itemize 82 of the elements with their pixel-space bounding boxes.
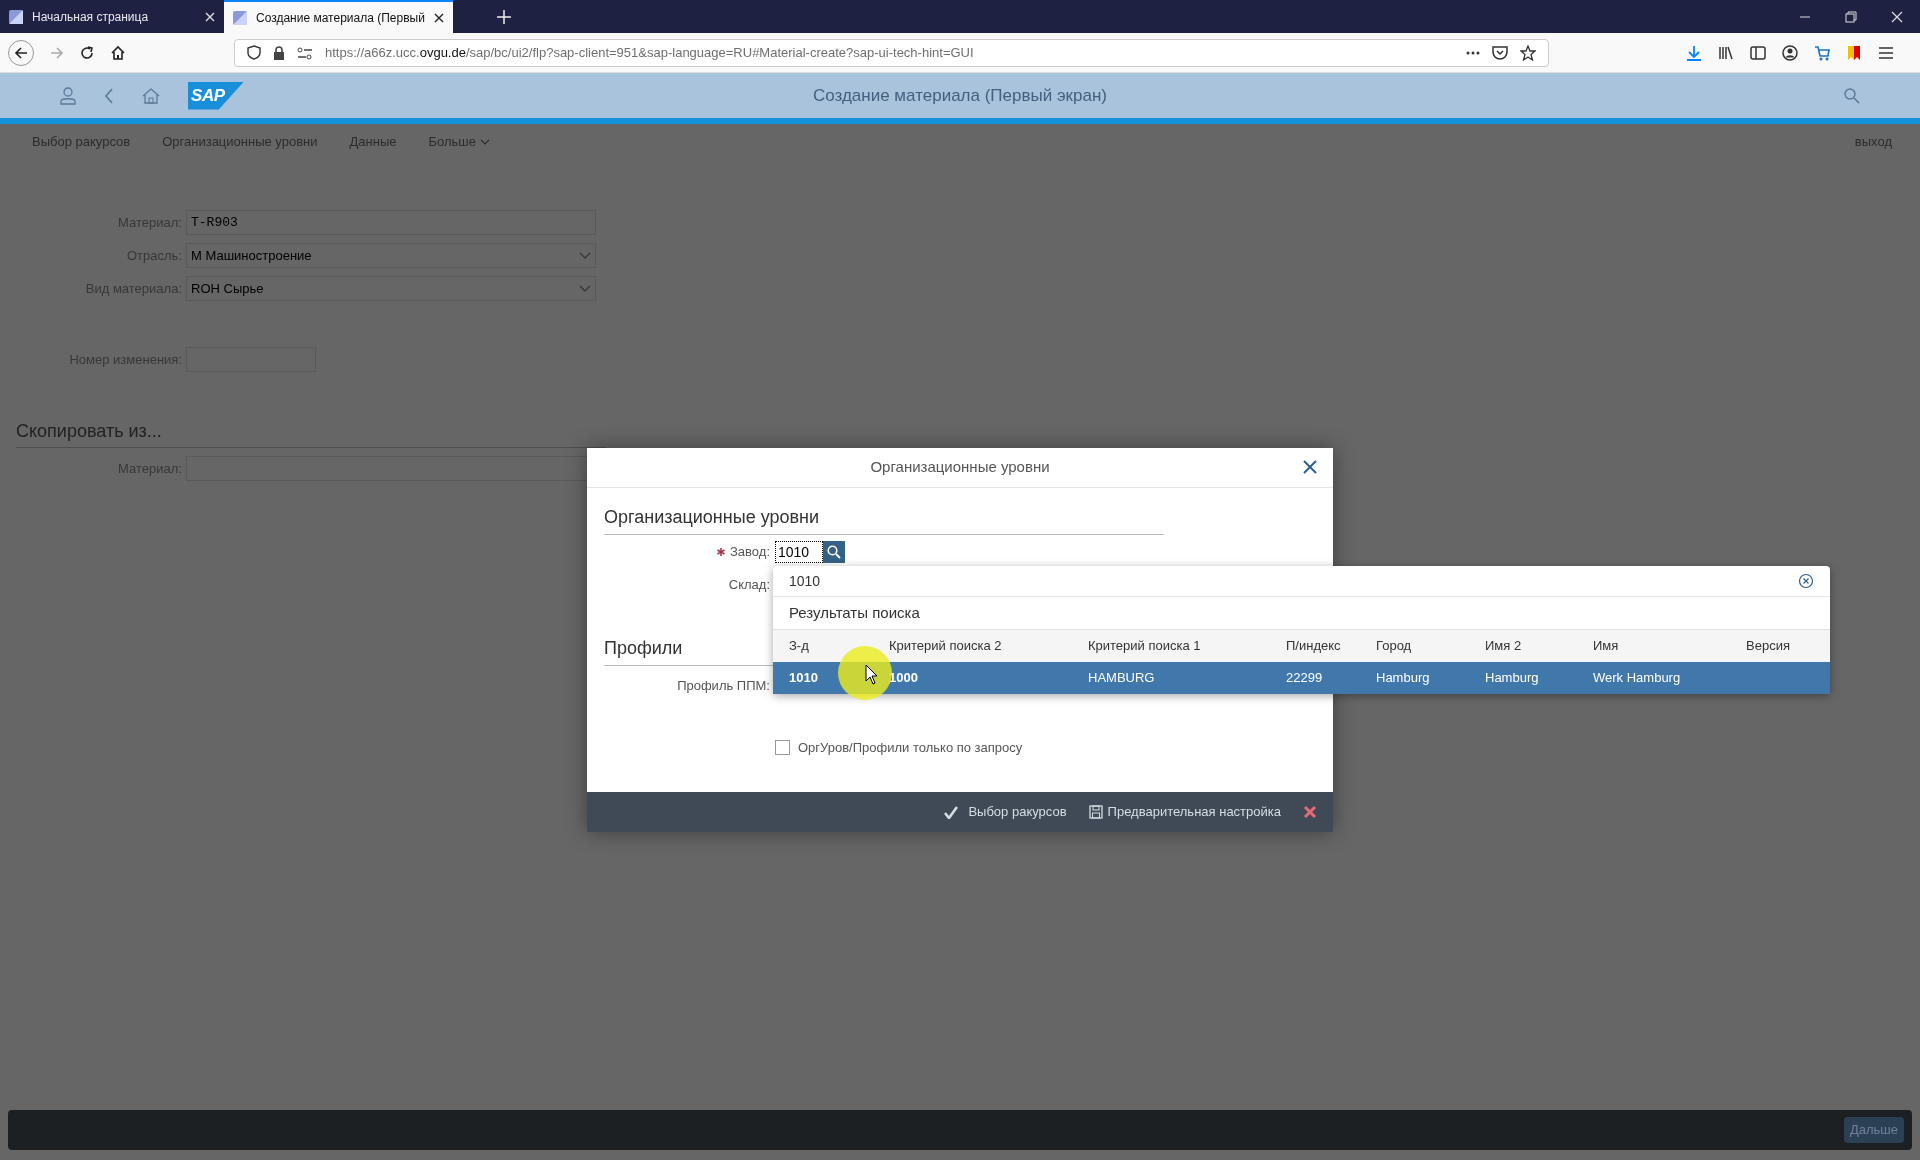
tab-title: Начальная страница bbox=[32, 8, 150, 26]
close-icon bbox=[1891, 10, 1903, 23]
tab-title: Создание материала (Первый bbox=[256, 9, 425, 27]
input-field[interactable]: T-R903 bbox=[186, 210, 596, 235]
field-label: Профиль ППМ: bbox=[677, 676, 770, 695]
next-button[interactable]: Дальше bbox=[1843, 1117, 1904, 1143]
back-icon[interactable] bbox=[104, 87, 114, 104]
page-icon bbox=[8, 8, 24, 25]
column-header: З-д bbox=[789, 637, 810, 656]
reload-icon[interactable] bbox=[80, 45, 94, 60]
close-icon bbox=[1303, 460, 1317, 474]
column-header: Критерий поиска 2 bbox=[889, 637, 1003, 656]
checkbox-label: ОргУров/Профили только по запросу bbox=[798, 739, 1023, 757]
browser-tab[interactable]: Создание материала (Первый bbox=[224, 0, 453, 33]
column-header: Критерий поиска 1 bbox=[1088, 637, 1202, 656]
restore-icon bbox=[1845, 10, 1857, 23]
star-icon[interactable] bbox=[1520, 44, 1536, 61]
sidebar-icon[interactable] bbox=[1750, 44, 1766, 61]
column-header: Имя bbox=[1593, 637, 1620, 656]
footer-button[interactable]: Предварительная настройка bbox=[1088, 802, 1281, 822]
browser-tab[interactable]: Начальная страница bbox=[0, 0, 224, 33]
lock-icon bbox=[273, 45, 285, 60]
cancel-button[interactable] bbox=[1303, 805, 1317, 819]
toolbar-button[interactable]: Выбор ракурсов bbox=[32, 132, 131, 152]
download-icon[interactable] bbox=[1686, 44, 1702, 61]
chevron-down-icon bbox=[480, 138, 490, 146]
dropdown-field[interactable]: ROH Сырье bbox=[186, 276, 596, 301]
footer-button[interactable]: Выбор ракурсов bbox=[944, 802, 1067, 822]
field-label: Склад: bbox=[728, 576, 770, 594]
save-icon bbox=[1088, 805, 1103, 819]
results-title: Результаты поиска bbox=[789, 602, 920, 623]
cart-icon[interactable] bbox=[1814, 44, 1830, 61]
pocket-icon[interactable] bbox=[1492, 45, 1508, 60]
exit-button[interactable]: выход bbox=[1854, 132, 1892, 152]
chevron-down-icon bbox=[579, 284, 591, 293]
close-icon[interactable] bbox=[204, 10, 216, 23]
section-title: Профили bbox=[604, 637, 683, 658]
toolbar-button[interactable]: Данные bbox=[349, 132, 397, 152]
account-icon[interactable] bbox=[1782, 44, 1798, 61]
dropdown-field[interactable]: M Машиностроение bbox=[186, 243, 596, 268]
toolbar-button[interactable]: Организационные уровни bbox=[162, 132, 318, 152]
close-button[interactable] bbox=[1303, 460, 1317, 474]
column-header: Город bbox=[1376, 637, 1413, 656]
table-cell-text: HAMBURG bbox=[1088, 669, 1156, 688]
check-icon bbox=[944, 805, 959, 819]
page-icon bbox=[232, 9, 248, 26]
more-icon[interactable] bbox=[1466, 49, 1480, 56]
close-icon[interactable] bbox=[432, 11, 445, 24]
toolbar-button[interactable]: Больше bbox=[428, 132, 490, 152]
url-text: https://a66z.ucc.ovgu.de/sap/bc/ui2/flp?sap-client=951&sap-language=RU#Material-create?sap-ui-tech-hint=GUI bbox=[325, 43, 975, 62]
chevron-down-icon bbox=[579, 251, 591, 260]
checkbox[interactable] bbox=[775, 740, 790, 756]
field-label: Завод: bbox=[730, 543, 770, 562]
column-header: Имя 2 bbox=[1485, 637, 1523, 656]
library-icon[interactable] bbox=[1718, 44, 1734, 61]
page-title: Создание материала (Первый экран) bbox=[812, 84, 1107, 107]
dialog-title: Организационные уровни bbox=[870, 457, 1050, 478]
search-icon bbox=[827, 545, 841, 559]
home-icon[interactable] bbox=[110, 44, 126, 61]
table-cell-text: Werk Hamburg bbox=[1593, 669, 1682, 688]
permissions-icon bbox=[297, 45, 313, 60]
input-field[interactable]: 1010 bbox=[775, 541, 823, 563]
column-header: Версия bbox=[1746, 637, 1791, 656]
logo[interactable]: SAP bbox=[188, 81, 244, 110]
search-icon[interactable] bbox=[1844, 87, 1860, 104]
table-cell-text: 22299 bbox=[1286, 669, 1324, 688]
plus-icon bbox=[496, 9, 511, 24]
table-cell-text: 1010 bbox=[789, 669, 819, 688]
address-bar[interactable]: https://a66z.ucc.ovgu.de/sap/bc/ui2/flp?sap-client=951&sap-language=RU#Material-create?sap-ui-tech-hint=GUI bbox=[234, 38, 1549, 67]
arrow-left-icon bbox=[14, 45, 28, 60]
bookmark-icon[interactable] bbox=[1846, 44, 1862, 61]
column-header: П/индекс bbox=[1286, 637, 1342, 656]
menu-icon[interactable] bbox=[1878, 44, 1894, 61]
shield-icon bbox=[247, 45, 261, 60]
clear-icon[interactable] bbox=[1798, 573, 1814, 589]
section-title: Организационные уровни bbox=[604, 507, 820, 527]
section-title: Скопировать из... bbox=[16, 421, 162, 441]
close-icon bbox=[1303, 805, 1317, 819]
table-cell-text: Hamburg bbox=[1376, 669, 1431, 688]
table-cell-text: Hamburg bbox=[1485, 669, 1540, 688]
search-button[interactable] bbox=[823, 541, 845, 563]
search-query: 1010 bbox=[789, 571, 822, 591]
